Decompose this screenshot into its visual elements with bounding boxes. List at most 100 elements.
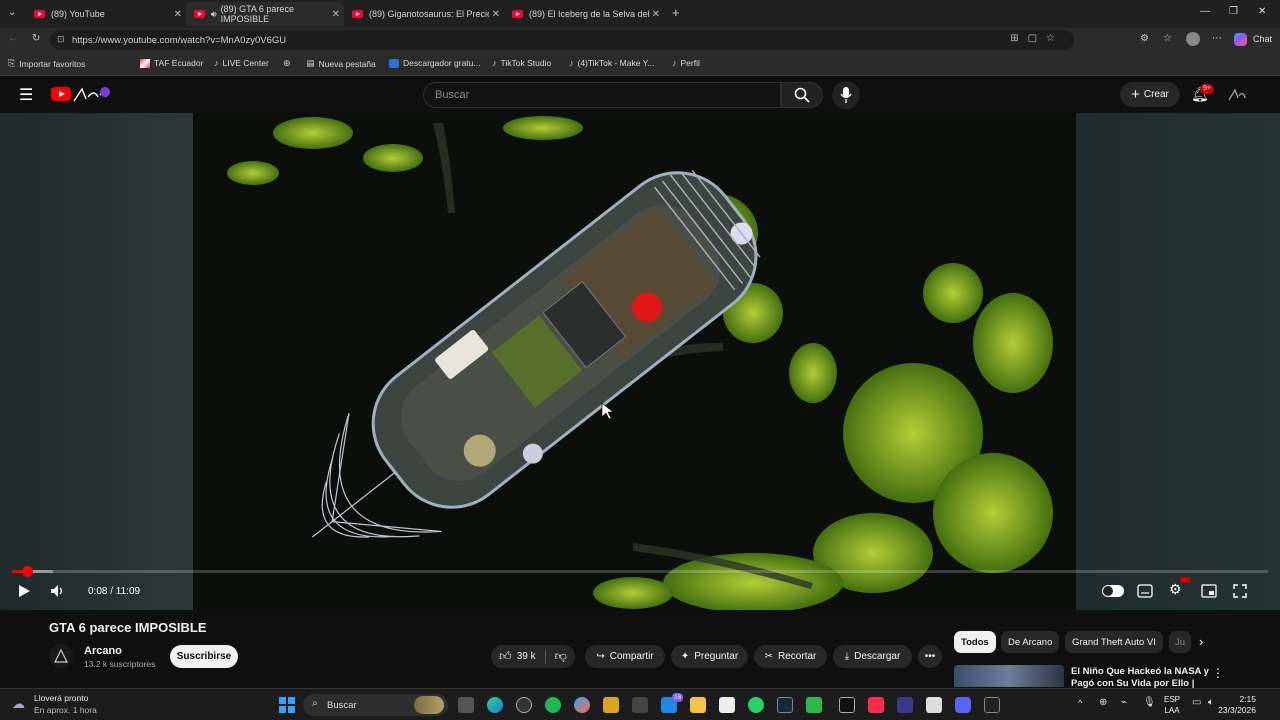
play-icon[interactable]	[17, 584, 31, 598]
app-box-icon[interactable]	[632, 697, 648, 713]
channel-avatar[interactable]	[49, 644, 73, 668]
close-icon[interactable]: ✕	[174, 9, 182, 20]
tray-chevron-icon[interactable]: ^	[1078, 698, 1082, 708]
tray-app-icon[interactable]: ⊕	[1099, 697, 1107, 708]
like-icon[interactable]: 👍︎	[499, 649, 512, 664]
tab-iceberg[interactable]: (89) El Iceberg de la Selva del Ama... ✕	[504, 2, 664, 26]
channel-name[interactable]: Arcano	[84, 645, 122, 657]
site-info-icon[interactable]: ⊡	[57, 34, 65, 45]
volume-icon[interactable]	[50, 584, 66, 598]
recommendation-more-icon[interactable]: ⋮	[1212, 666, 1224, 680]
minimize-icon[interactable]: —	[1200, 6, 1210, 17]
chip-gta6[interactable]: Grand Theft Auto VI	[1065, 631, 1163, 653]
menu-hamburger-icon[interactable]: ☰	[19, 85, 33, 105]
chip-de-arcano[interactable]: De Arcano	[1001, 631, 1060, 653]
progress-bar[interactable]	[12, 566, 1268, 577]
file-explorer-icon[interactable]	[690, 697, 706, 713]
tab-gta6[interactable]: 🔊︎ (89) GTA 6 parece IMPOSIBLE ✕	[186, 2, 344, 26]
chatgpt-icon[interactable]	[516, 697, 532, 713]
tab-youtube[interactable]: (89) YouTube ✕	[26, 2, 186, 26]
tray-volume-icon[interactable]: 🔈︎	[1208, 697, 1214, 708]
share-button[interactable]: ↪ Compartir	[585, 645, 665, 668]
fullscreen-icon[interactable]	[1233, 584, 1247, 598]
tiktok-app-icon[interactable]	[984, 697, 1000, 713]
bookmark-tiktok-studio[interactable]: ♪ TikTok Studio	[492, 58, 551, 68]
clock[interactable]: 2:15 23/3/2026	[1218, 694, 1256, 716]
subscribe-button[interactable]: Suscribirse	[170, 645, 238, 668]
recommendation-thumbnail[interactable]	[954, 665, 1064, 687]
epic-games-icon[interactable]	[839, 697, 855, 713]
extensions-icon[interactable]: ⚙	[1140, 33, 1149, 44]
task-view-icon[interactable]	[458, 697, 474, 713]
favorites-icon[interactable]: ☆	[1163, 33, 1172, 44]
copilot-app-icon[interactable]	[574, 697, 590, 713]
search-button[interactable]	[781, 82, 823, 108]
chip-todos[interactable]: Todos	[954, 631, 996, 653]
steam-icon[interactable]	[777, 697, 793, 713]
store-icon[interactable]	[719, 697, 735, 713]
account-avatar[interactable]	[1227, 86, 1247, 104]
taskbar-search[interactable]: ⌕ Buscar	[303, 694, 448, 716]
more-actions-button[interactable]: •••	[918, 645, 942, 668]
search-input[interactable]: Buscar	[423, 82, 781, 108]
autoplay-toggle[interactable]	[1102, 585, 1124, 597]
url-actions-icons[interactable]: ⊞▢☆	[1010, 33, 1064, 44]
close-icon[interactable]: ✕	[652, 9, 660, 20]
speaker-icon[interactable]: 🔊︎	[211, 9, 217, 20]
tray-mic-icon[interactable]: 🎙︎	[1143, 697, 1156, 708]
app-stack-icon[interactable]	[603, 697, 619, 713]
xbox-app-icon[interactable]	[806, 697, 822, 713]
ask-button[interactable]: ✦ Preguntar	[671, 645, 748, 668]
discord-icon[interactable]	[955, 697, 971, 713]
dislike-icon[interactable]: 👎︎	[555, 649, 567, 664]
video-player[interactable]: 0:08 / 11:09 ⚙	[0, 113, 1280, 610]
weather-subtext[interactable]: En aprox. 1 hora	[34, 705, 97, 715]
edge-icon[interactable]	[487, 697, 503, 713]
spotify-icon[interactable]	[545, 697, 561, 713]
app-white-icon[interactable]	[926, 697, 942, 713]
bookmark-tiktok[interactable]: ♪ (4)TikTok - Make Y...	[569, 58, 654, 68]
bookmark-taf[interactable]: TAF Ecuador	[140, 58, 203, 68]
chips-next-chevron-icon[interactable]: ›	[1199, 634, 1203, 649]
refresh-icon[interactable]: ↻	[32, 33, 40, 44]
restore-icon[interactable]: ❐	[1229, 6, 1238, 17]
tray-display-icon[interactable]: ▭	[1192, 697, 1201, 708]
capcut-icon[interactable]	[897, 697, 913, 713]
weather-text[interactable]: Lloverá pronto	[34, 693, 88, 703]
back-icon[interactable]: ←	[8, 33, 18, 44]
voice-search-button[interactable]	[832, 81, 860, 109]
close-icon[interactable]: ✕	[492, 9, 500, 20]
chip-truncated[interactable]: Ju	[1169, 631, 1191, 653]
url-field[interactable]: ⊡ https://www.youtube.com/watch?v=MnA0zy…	[50, 30, 1074, 50]
tab-actions-chevron-icon[interactable]: ⌄	[8, 7, 16, 18]
language-indicator[interactable]: ESP LAA	[1164, 694, 1180, 716]
bookmark-new-tab[interactable]: ⊕ ▤ Nueva pestaña	[283, 58, 376, 69]
settings-gear-icon[interactable]: ⚙	[1169, 581, 1182, 598]
chat-label[interactable]: Chat	[1253, 34, 1272, 44]
windows-start-icon[interactable]	[279, 697, 295, 713]
whatsapp-icon[interactable]	[748, 697, 764, 713]
miniplayer-icon[interactable]	[1201, 584, 1217, 598]
bookmark-import[interactable]: ⎘ Importar favoritos	[8, 58, 85, 69]
video-frame[interactable]	[193, 113, 1076, 610]
like-count[interactable]: 39 k	[517, 651, 536, 662]
profile-avatar[interactable]	[1186, 32, 1200, 46]
youtube-logo-icon[interactable]	[51, 87, 71, 101]
download-button[interactable]: ⤓ Descargar	[833, 645, 912, 668]
bookmark-downloader[interactable]: Descargador gratu...	[389, 58, 480, 68]
tray-network-icon[interactable]: ⌁	[1121, 697, 1127, 708]
new-tab-plus-icon[interactable]: +	[672, 5, 680, 20]
clip-button[interactable]: ✂ Recortar	[754, 645, 827, 668]
create-button[interactable]: + Crear	[1120, 82, 1180, 107]
bookmark-live-center[interactable]: ♪ LIVE Center	[214, 58, 269, 68]
bookmark-profile[interactable]: ♪ Perfil	[672, 58, 700, 68]
music-icon[interactable]	[868, 697, 884, 713]
copilot-icon[interactable]	[1234, 33, 1247, 46]
subtitles-icon[interactable]	[1137, 584, 1153, 598]
scrubber-handle[interactable]	[22, 566, 34, 577]
close-icon[interactable]: ✕	[332, 9, 340, 20]
window-close-icon[interactable]: ✕	[1258, 6, 1266, 17]
recommendation-title[interactable]: El Niño Que Hackeó la NASA y Pagó con Su…	[1071, 666, 1211, 688]
more-menu-icon[interactable]: ⋯	[1212, 33, 1222, 44]
weather-cloud-icon[interactable]: ☁	[12, 696, 25, 712]
